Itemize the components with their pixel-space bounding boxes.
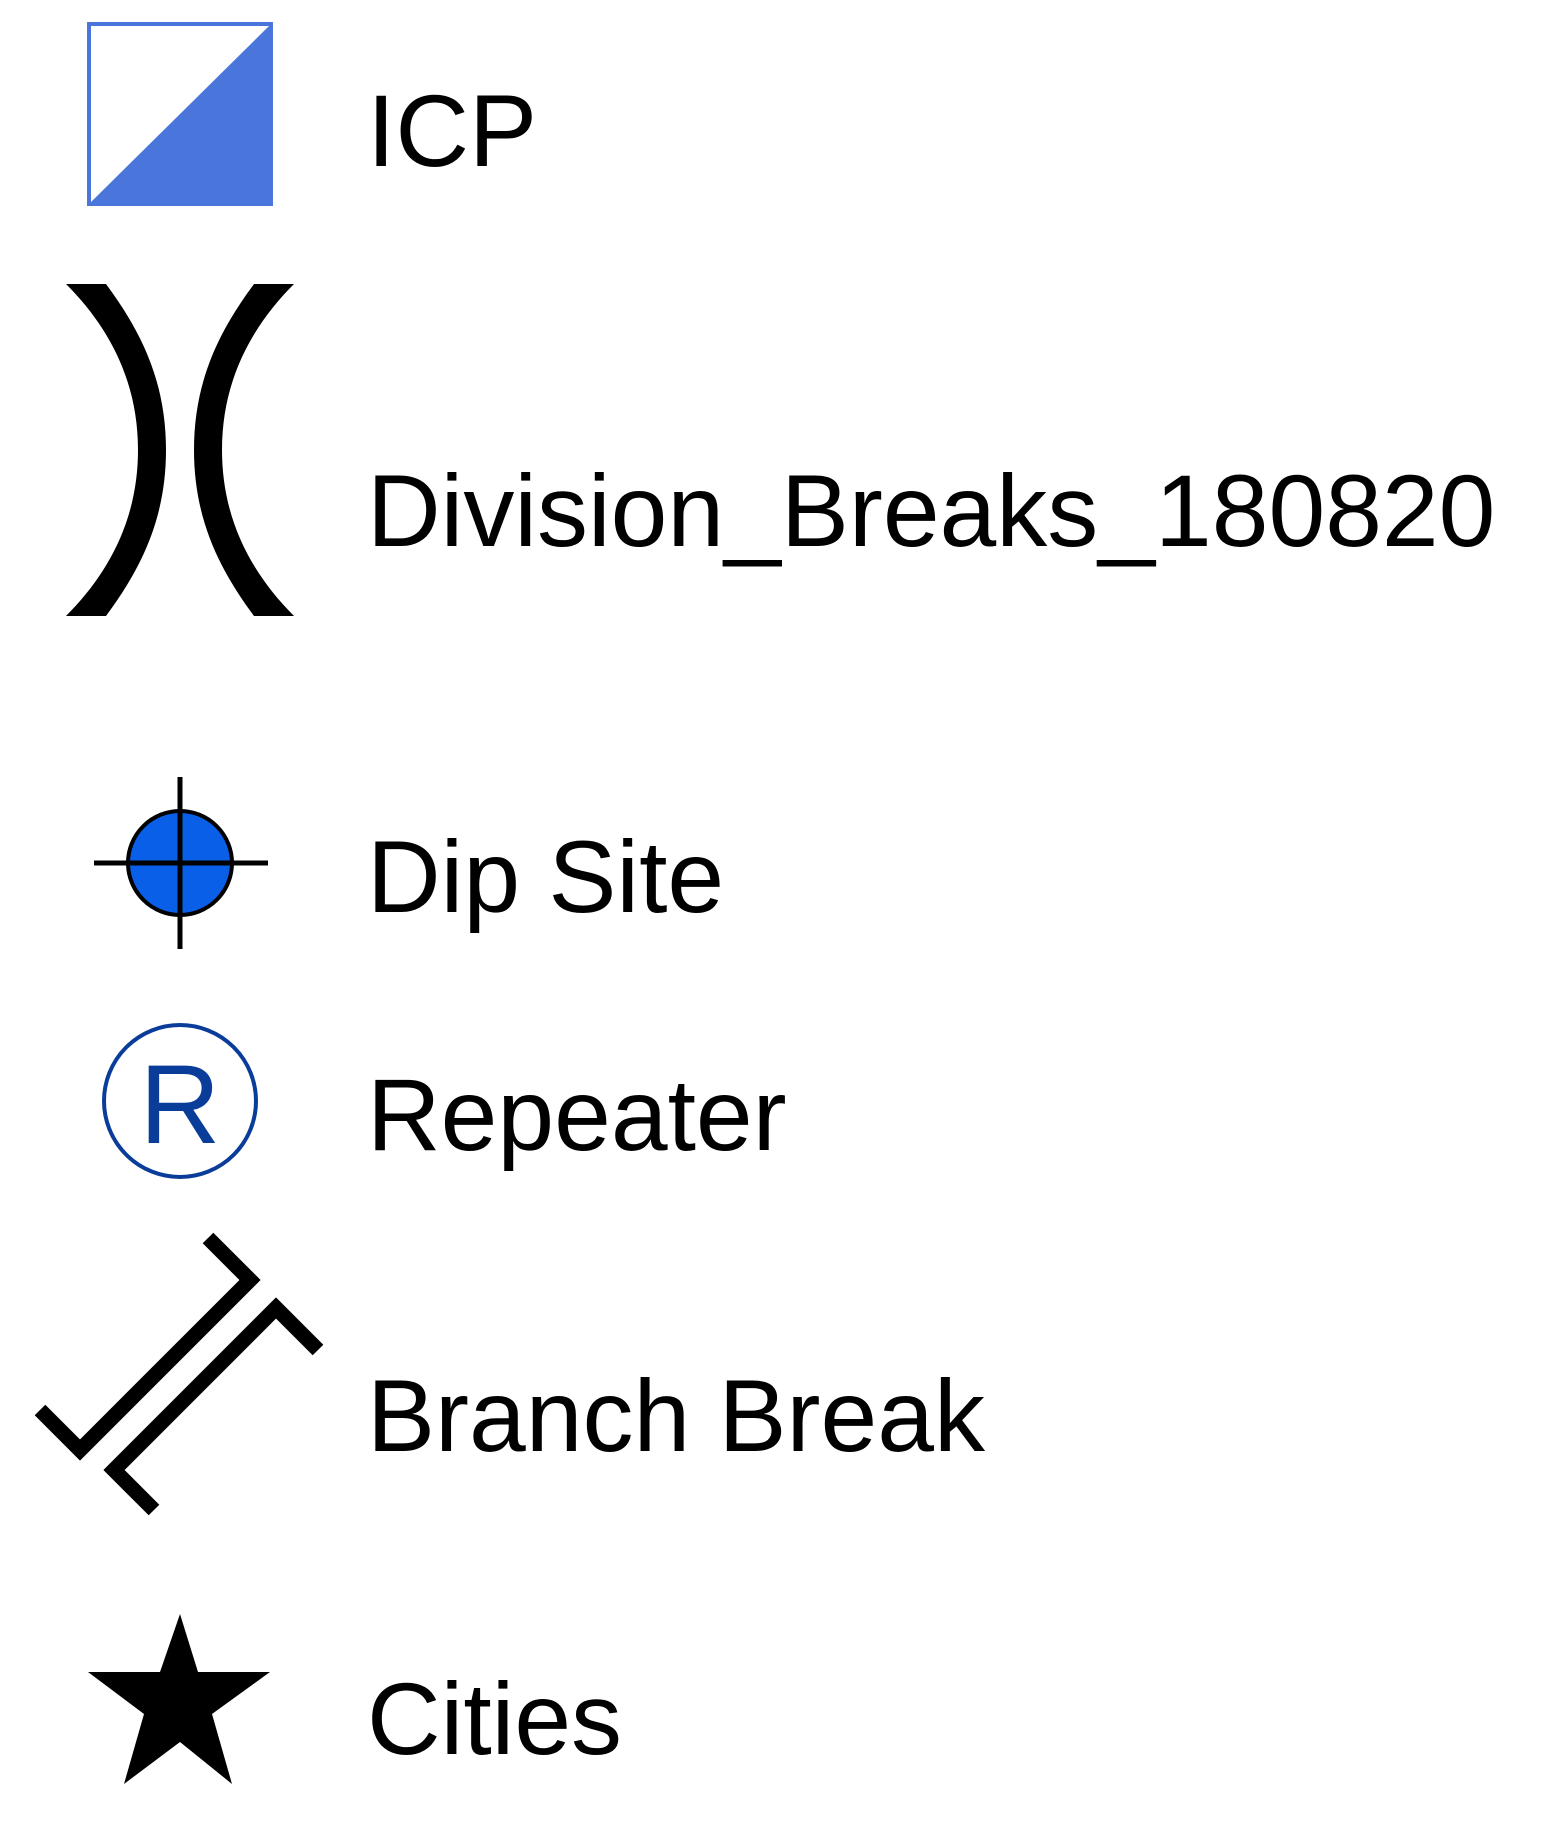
circled-r-letter: R — [140, 1042, 221, 1167]
legend-item-icp: ICP — [0, 0, 1555, 230]
crosshair-circle-icon — [94, 777, 268, 949]
legend-label-cities: Cities — [367, 1662, 623, 1776]
legend-label-dip-site: Dip Site — [367, 820, 725, 934]
legend-item-branch-break: Branch Break — [0, 1230, 1555, 1530]
double-arc-break-icon — [66, 284, 294, 616]
legend-label-division-breaks: Division_Breaks_180820 — [367, 454, 1496, 568]
legend-item-cities: Cities — [0, 1610, 1555, 1800]
legend-label-branch-break: Branch Break — [367, 1359, 985, 1473]
branch-break-icon — [34, 1232, 324, 1516]
legend-item-division-breaks: Division_Breaks_180820 — [0, 280, 1555, 640]
map-legend: ICP Division_Breaks_180820 Dip Site R Re… — [0, 0, 1555, 1845]
legend-label-icp: ICP — [367, 74, 538, 188]
legend-item-dip-site: Dip Site — [0, 775, 1555, 955]
circled-r-icon: R — [102, 1023, 258, 1179]
legend-label-repeater: Repeater — [367, 1058, 787, 1172]
star-icon — [88, 1614, 270, 1784]
half-filled-square-icon — [87, 22, 273, 206]
legend-item-repeater: R Repeater — [0, 1015, 1555, 1195]
